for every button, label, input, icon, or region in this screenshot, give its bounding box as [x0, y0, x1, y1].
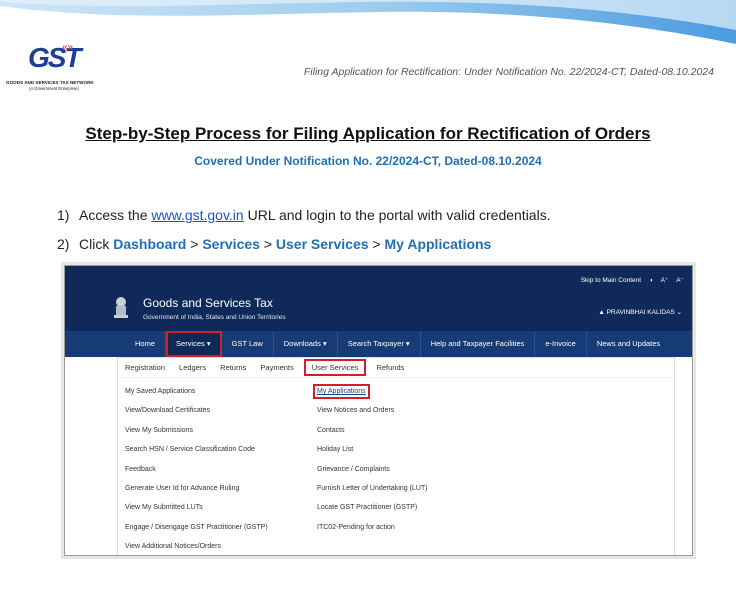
- path-my-applications: My Applications: [384, 236, 492, 252]
- link-view-my-submissions[interactable]: View My Submissions: [125, 421, 268, 440]
- path-sep-2: >: [259, 236, 276, 252]
- document-title: Step-by-Step Process for Filing Applicat…: [85, 124, 651, 143]
- link-holiday-list[interactable]: Holiday List: [317, 440, 428, 459]
- gstn-logo: GST «» GOODS AND SERVICES TAX NETWORK (A…: [6, 42, 102, 91]
- link-search-hsn[interactable]: Search HSN / Service Classification Code: [125, 440, 268, 459]
- portal-topbar: Skip to Main Content ◑ A⁺ A⁻: [575, 276, 684, 284]
- step-2-pre: Click: [79, 236, 114, 252]
- services-dropdown: Registration Ledgers Returns Payments Us…: [117, 357, 675, 555]
- user-menu[interactable]: ▲ PRAVINBHAI KALIDAS ⌄: [598, 308, 682, 316]
- path-sep-3: >: [368, 236, 385, 252]
- nav-e-invoice[interactable]: e-Invoice: [535, 331, 587, 357]
- portal-header: Skip to Main Content ◑ A⁺ A⁻ Goods and S…: [65, 266, 692, 331]
- nav-news[interactable]: News and Updates: [587, 331, 670, 357]
- link-view-notices-orders[interactable]: View Notices and Orders: [317, 401, 428, 420]
- font-increase-button[interactable]: A⁺: [661, 277, 669, 284]
- sub-tab-ledgers[interactable]: Ledgers: [179, 363, 206, 372]
- link-view-download-certificates[interactable]: View/Download Certificates: [125, 401, 268, 420]
- contrast-icon[interactable]: ◑: [649, 277, 653, 284]
- portal-site-title: Goods and Services Tax: [143, 296, 273, 310]
- nav-gst-law[interactable]: GST Law: [222, 331, 274, 357]
- link-my-saved-applications[interactable]: My Saved Applications: [125, 382, 268, 401]
- step-1-post: URL and login to the portal with valid c…: [243, 207, 551, 223]
- left-link-column: My Saved Applications View/Download Cert…: [125, 382, 268, 555]
- gstn-logo-arrows: «»: [62, 42, 74, 53]
- gst-portal-link[interactable]: www.gst.gov.in: [151, 207, 243, 223]
- link-furnish-lut[interactable]: Furnish Letter of Undertaking (LUT): [317, 479, 428, 498]
- link-generate-user-id[interactable]: Generate User Id for Advance Ruling: [125, 479, 268, 498]
- path-services: Services: [202, 236, 260, 252]
- step-2-number: 2): [57, 236, 70, 252]
- header-note: Filing Application for Rectification: Un…: [303, 66, 714, 78]
- portal-screenshot: Skip to Main Content ◑ A⁺ A⁻ Goods and S…: [64, 265, 693, 556]
- path-sep-1: >: [186, 236, 203, 252]
- link-contacts[interactable]: Contacts: [317, 421, 428, 440]
- nav-services[interactable]: Services ▾: [166, 331, 222, 357]
- gstn-logo-line2: (A Government Enterprise): [29, 86, 79, 91]
- document-subtitle: Covered Under Notification No. 22/2024-C…: [194, 154, 542, 168]
- step-1-pre: Access the: [79, 207, 152, 223]
- national-emblem-icon: [114, 297, 128, 318]
- portal-nav: Home Services ▾ GST Law Downloads ▾ Sear…: [65, 331, 692, 357]
- link-view-submitted-luts[interactable]: View My Submitted LUTs: [125, 498, 268, 517]
- portal-site-subtitle: Government of India, States and Union Te…: [143, 314, 286, 321]
- sub-tab-refunds[interactable]: Refunds: [376, 363, 404, 372]
- link-engage-gstp[interactable]: Engage / Disengage GST Practitioner (GST…: [125, 518, 268, 537]
- font-decrease-button[interactable]: A⁻: [676, 277, 684, 284]
- path-dashboard: Dashboard: [113, 236, 187, 252]
- sub-tab-returns[interactable]: Returns: [220, 363, 246, 372]
- link-grievance[interactable]: Grievance / Complaints: [317, 460, 428, 479]
- link-view-additional-notices[interactable]: View Additional Notices/Orders: [125, 537, 268, 555]
- sub-tab-payments[interactable]: Payments: [260, 363, 293, 372]
- step-2: 2) Click Dashboard > Services > User Serv…: [57, 236, 491, 252]
- nav-home[interactable]: Home: [125, 331, 167, 357]
- link-my-applications[interactable]: My Applications: [313, 382, 428, 401]
- header-wave-decoration: [0, 0, 736, 44]
- link-my-applications-label: My Applications: [313, 384, 370, 399]
- skip-to-main-link[interactable]: Skip to Main Content: [581, 277, 641, 284]
- link-locate-gstp[interactable]: Locate GST Practitioner (GSTP): [317, 498, 428, 517]
- step-1: 1) Access the www.gst.gov.in URL and logi…: [57, 207, 551, 223]
- link-feedback[interactable]: Feedback: [125, 460, 268, 479]
- nav-downloads[interactable]: Downloads ▾: [274, 331, 338, 357]
- nav-search-taxpayer[interactable]: Search Taxpayer ▾: [338, 331, 421, 357]
- link-itc02-pending[interactable]: ITC02-Pending for action: [317, 518, 428, 537]
- sub-tab-registration[interactable]: Registration: [125, 363, 165, 372]
- services-sub-tabs: Registration Ledgers Returns Payments Us…: [118, 358, 674, 378]
- right-link-column: My Applications View Notices and Orders …: [313, 382, 428, 537]
- path-user-services: User Services: [275, 236, 369, 252]
- step-1-number: 1): [57, 207, 70, 223]
- sub-tab-user-services[interactable]: User Services: [303, 359, 367, 376]
- gstn-logo-line1: GOODS AND SERVICES TAX NETWORK: [6, 80, 94, 85]
- nav-help[interactable]: Help and Taxpayer Facilities: [421, 331, 536, 357]
